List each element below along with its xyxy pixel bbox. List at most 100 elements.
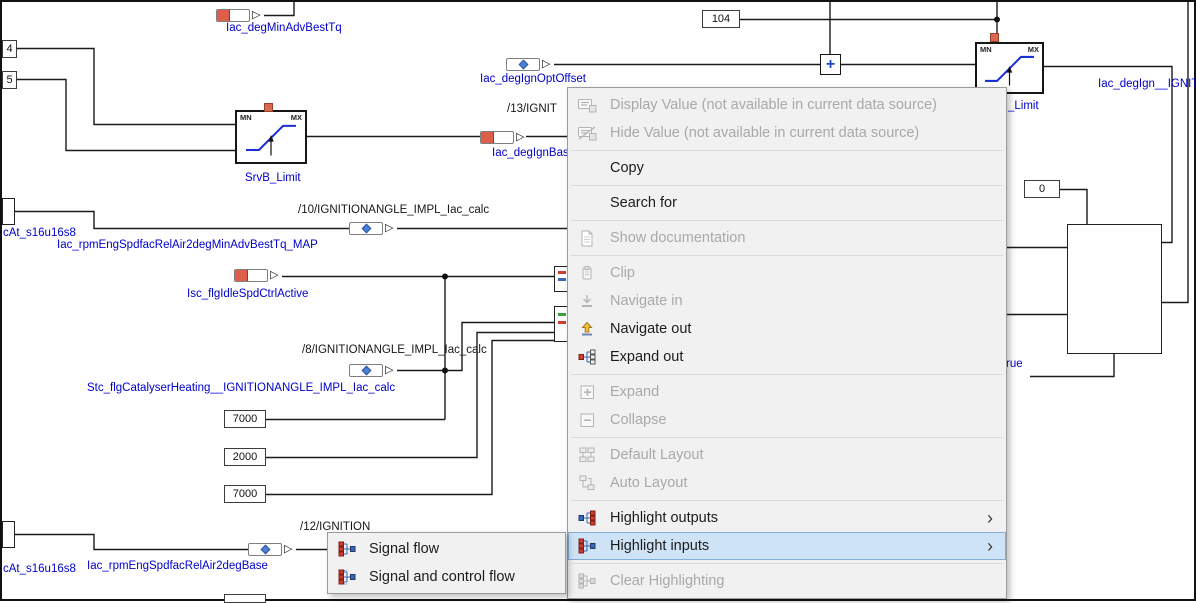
diamond-icon xyxy=(361,224,371,234)
diamond-icon xyxy=(260,545,270,555)
merge-mark xyxy=(558,321,566,324)
highlight-inputs-submenu: Signal flow Signal and control flow xyxy=(327,532,566,594)
menu-item-label: Hide Value (not available in current dat… xyxy=(610,125,919,141)
menu-item-auto-layout: Auto Layout xyxy=(568,469,1006,497)
menu-item-label: Clear Highlighting xyxy=(610,573,724,589)
menu-item-navigate-in: Navigate in xyxy=(568,287,1006,315)
expand-icon xyxy=(575,382,599,402)
constant-box[interactable]: 7000 xyxy=(224,485,266,503)
flag-red-stripe xyxy=(235,270,248,281)
constant-box[interactable]: 5 xyxy=(2,71,17,89)
menu-item-default-layout: Default Layout xyxy=(568,441,1006,469)
sum-block[interactable]: + xyxy=(820,54,841,75)
saturation-curve-icon xyxy=(977,44,1042,92)
expand-out-icon xyxy=(575,347,599,367)
block-name-label[interactable]: SrvB_Limit xyxy=(245,172,301,184)
menu-item-hide-value: Hide Value (not available in current dat… xyxy=(568,119,1006,147)
path-label: /10/IGNITIONANGLE_IMPL_Iac_calc xyxy=(298,204,489,216)
empty-icon-slot xyxy=(575,158,599,178)
menu-item-clip: Clip xyxy=(568,259,1006,287)
wire-arrow-icon: ▷ xyxy=(284,542,292,556)
menu-item-label: Show documentation xyxy=(610,230,745,246)
constant-box[interactable]: 2000 xyxy=(224,448,266,466)
path-label: /8/IGNITIONANGLE_IMPL_Iac_calc xyxy=(302,344,487,356)
hide-value-icon xyxy=(575,123,599,143)
menu-item-label: Search for xyxy=(610,195,677,211)
menu-item-highlight-inputs[interactable]: Highlight inputs › xyxy=(568,532,1006,560)
menu-item-label: Highlight inputs xyxy=(610,538,709,554)
menu-separator xyxy=(571,500,1003,501)
wire-arrow-icon: ▷ xyxy=(270,268,278,282)
constant-box[interactable]: 104 xyxy=(702,10,740,28)
input-port-block[interactable] xyxy=(2,521,15,548)
constant-box[interactable]: 4 xyxy=(2,40,17,58)
clear-highlighting-icon xyxy=(575,571,599,591)
menu-item-expand-out[interactable]: Expand out xyxy=(568,343,1006,371)
merge-mark xyxy=(558,271,566,274)
subsystem-block[interactable] xyxy=(1067,224,1162,354)
menu-item-label: Default Layout xyxy=(610,447,704,463)
clip-icon xyxy=(575,263,599,283)
collapse-icon xyxy=(575,410,599,430)
signal-connector-icon[interactable] xyxy=(349,364,383,377)
menu-item-label: Display Value (not available in current … xyxy=(610,97,937,113)
constant-box[interactable] xyxy=(224,594,266,603)
constant-box[interactable]: 7000 xyxy=(224,410,266,428)
menu-separator xyxy=(571,185,1003,186)
menu-separator xyxy=(571,437,1003,438)
menu-item-search-for[interactable]: Search for xyxy=(568,189,1006,217)
menu-item-label: Expand out xyxy=(610,349,683,365)
signal-label[interactable]: Iac_degIgn__IGNIT xyxy=(1098,78,1196,90)
menu-item-highlight-outputs[interactable]: Highlight outputs › xyxy=(568,504,1006,532)
merge-mark xyxy=(558,313,566,316)
sum-symbol: + xyxy=(826,56,835,74)
empty-icon-slot xyxy=(575,193,599,213)
submenu-item-signal-flow[interactable]: Signal flow xyxy=(328,535,565,563)
signal-label[interactable]: Iac_degIgnBase xyxy=(492,147,575,159)
saturation-curve-icon xyxy=(237,112,305,162)
wire-arrow-icon: ▷ xyxy=(516,130,524,144)
signal-label[interactable]: cAt_s16u16s8 xyxy=(3,563,76,575)
merge-mark xyxy=(558,278,566,281)
menu-item-label: Expand xyxy=(610,384,659,400)
constant-box[interactable]: 0 xyxy=(1024,180,1060,198)
menu-separator xyxy=(571,374,1003,375)
display-value-icon xyxy=(575,95,599,115)
default-layout-icon xyxy=(575,445,599,465)
menu-item-label: Clip xyxy=(610,265,635,281)
menu-separator xyxy=(571,255,1003,256)
signal-label[interactable]: Isc_flgIdleSpdCtrlActive xyxy=(187,288,308,300)
submenu-item-label: Signal flow xyxy=(369,541,439,557)
flag-signal-icon[interactable] xyxy=(234,269,268,282)
menu-item-display-value: Display Value (not available in current … xyxy=(568,91,1006,119)
flag-red-stripe xyxy=(481,132,494,143)
signal-label[interactable]: cAt_s16u16s8 xyxy=(3,227,76,239)
input-port-block[interactable] xyxy=(2,198,15,225)
signal-label[interactable]: Stc_flgCatalyserHeating__IGNITIONANGLE_I… xyxy=(87,382,395,394)
signal-label[interactable]: rue xyxy=(1006,358,1023,370)
signal-connector-icon[interactable] xyxy=(506,58,540,71)
signal-label[interactable]: Iac_degMinAdvBestTq xyxy=(226,22,342,34)
flag-signal-icon[interactable] xyxy=(216,9,250,22)
flag-signal-icon[interactable] xyxy=(480,131,514,144)
signal-label[interactable]: Iac_rpmEngSpdfacRelAir2degMinAdvBestTq_M… xyxy=(57,239,318,251)
menu-separator xyxy=(571,563,1003,564)
menu-item-label: Collapse xyxy=(610,412,666,428)
menu-item-copy[interactable]: Copy xyxy=(568,154,1006,182)
minmax-saturation-block[interactable]: MN MX xyxy=(235,110,307,164)
submenu-item-label: Signal and control flow xyxy=(369,569,515,585)
wire-arrow-icon: ▷ xyxy=(385,363,393,377)
block-name-label[interactable]: _Limit xyxy=(1008,100,1039,112)
signal-label[interactable]: Iac_rpmEngSpdfacRelAir2degBase xyxy=(87,560,268,572)
signal-connector-icon[interactable] xyxy=(349,222,383,235)
wire-arrow-icon: ▷ xyxy=(542,57,550,71)
document-icon xyxy=(575,228,599,248)
menu-separator xyxy=(571,220,1003,221)
submenu-item-signal-and-control-flow[interactable]: Signal and control flow xyxy=(328,563,565,591)
menu-item-navigate-out[interactable]: Navigate out xyxy=(568,315,1006,343)
signal-connector-icon[interactable] xyxy=(248,543,282,556)
signal-label[interactable]: Iac_degIgnOptOffset xyxy=(480,73,586,85)
menu-item-label: Auto Layout xyxy=(610,475,687,491)
menu-item-expand: Expand xyxy=(568,378,1006,406)
menu-item-show-documentation: Show documentation xyxy=(568,224,1006,252)
